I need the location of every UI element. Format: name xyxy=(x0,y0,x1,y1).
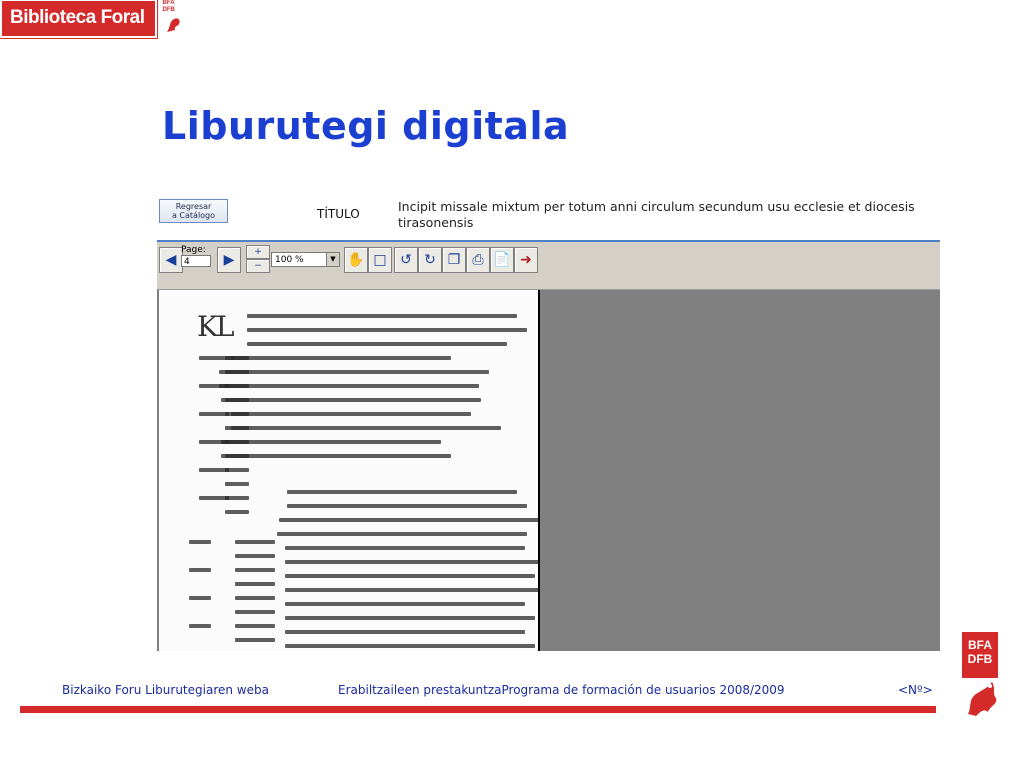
scan-text-line xyxy=(287,490,517,494)
zoom-out-icon[interactable]: − xyxy=(246,259,270,273)
scan-text-line xyxy=(221,440,441,444)
scan-text-line xyxy=(247,342,507,346)
zoom-value: 100 % xyxy=(275,255,304,265)
scan-text-line xyxy=(285,574,535,578)
return-to-catalog-button[interactable]: Regresar a Catálogo xyxy=(159,199,228,223)
brand-logo: Biblioteca Foral BFA DFB xyxy=(0,0,185,38)
viewer-toolbar: ◀ Page: 4 ▶ + − 100 % ▼ ✋ □ ↺ ↻ ❐ ⎙ 📄 ➜ xyxy=(157,242,940,290)
scan-text-line xyxy=(231,356,451,360)
page-number-field[interactable]: Page: 4 xyxy=(181,245,213,273)
scan-text-line xyxy=(189,596,211,600)
title-field-label: TÍTULO xyxy=(317,207,360,221)
scan-text-line xyxy=(235,554,275,558)
scan-text-line xyxy=(225,482,249,486)
scan-text-line xyxy=(247,314,517,318)
footer-center-text: Erabiltzaileen prestakuntzaPrograma de f… xyxy=(338,683,785,697)
logo-text-top: BFA xyxy=(968,638,992,652)
print-icon[interactable]: ⎙ xyxy=(466,247,490,273)
scan-text-line xyxy=(235,596,275,600)
exit-icon[interactable]: ➜ xyxy=(514,247,538,273)
return-button-label: Regresar a Catálogo xyxy=(171,202,216,220)
scan-text-line xyxy=(189,568,211,572)
scan-text-line xyxy=(189,624,211,628)
page-icon[interactable]: 📄 xyxy=(490,247,514,273)
logo-text-bottom: DFB xyxy=(967,652,993,666)
scan-text-line xyxy=(225,412,249,416)
rotate-right-icon[interactable]: ↻ xyxy=(418,247,442,273)
scan-text-line xyxy=(225,356,249,360)
scan-text-line xyxy=(285,644,535,648)
scan-text-line xyxy=(285,602,525,606)
zoom-select[interactable]: 100 % ▼ xyxy=(271,252,340,267)
scan-text-line xyxy=(287,504,527,508)
scan-text-line xyxy=(235,568,275,572)
illuminated-initial: KL xyxy=(197,310,234,343)
scan-text-line xyxy=(285,560,538,564)
scan-text-line xyxy=(225,384,249,388)
brand-mark-text: BFA DFB xyxy=(162,0,175,13)
scan-text-line xyxy=(225,426,249,430)
brand-emblem-icon: BFA DFB xyxy=(163,0,185,36)
scan-text-line xyxy=(219,384,479,388)
scan-text-line xyxy=(247,328,527,332)
scan-text-line xyxy=(285,588,538,592)
scan-text-line xyxy=(219,370,489,374)
title-field-value: Incipit missale mixtum per totum anni ci… xyxy=(398,199,915,230)
scan-text-line xyxy=(235,582,275,586)
document-area[interactable]: KL xyxy=(157,290,940,651)
scan-text-line xyxy=(235,638,275,642)
scan-text-line xyxy=(225,440,249,444)
scan-text-line xyxy=(225,370,249,374)
scan-text-line xyxy=(285,630,525,634)
scan-text-line xyxy=(225,468,249,472)
scan-text-line xyxy=(225,510,249,514)
scan-text-line xyxy=(225,496,249,500)
zoom-in-icon[interactable]: + xyxy=(246,245,270,259)
scan-text-line xyxy=(231,412,471,416)
scan-text-line xyxy=(221,398,481,402)
bfa-dfb-logo-icon: BFA DFB xyxy=(962,632,1002,722)
logo-box: BFA DFB xyxy=(962,632,998,678)
rotate-left-icon[interactable]: ↺ xyxy=(394,247,418,273)
viewer-header: Regresar a Catálogo TÍTULO Incipit missa… xyxy=(157,188,940,241)
page-input[interactable]: 4 xyxy=(181,255,211,267)
scan-text-line xyxy=(225,454,249,458)
footer-left-text: Bizkaiko Foru Liburutegiaren weba xyxy=(62,683,269,697)
scan-text-line xyxy=(231,426,501,430)
page-label: Page: xyxy=(181,245,206,255)
scan-text-line xyxy=(285,546,525,550)
slide-title: Liburutegi digitala xyxy=(162,104,570,148)
scan-text-line xyxy=(221,454,451,458)
scan-text-line xyxy=(225,398,249,402)
next-page-icon[interactable]: ▶ xyxy=(217,247,241,273)
digital-library-viewer: Regresar a Catálogo TÍTULO Incipit missa… xyxy=(157,188,940,651)
prev-page-icon[interactable]: ◀ xyxy=(159,247,183,273)
scan-text-line xyxy=(189,540,211,544)
scan-text-line xyxy=(235,540,275,544)
scan-text-line xyxy=(235,624,275,628)
copy-icon[interactable]: ❐ xyxy=(442,247,466,273)
select-tool-icon[interactable]: □ xyxy=(368,247,392,273)
footer-divider xyxy=(20,706,936,713)
chevron-down-icon: ▼ xyxy=(326,253,339,266)
scanned-page-image: KL xyxy=(159,290,540,651)
hand-tool-icon[interactable]: ✋ xyxy=(344,247,368,273)
slide-number: <Nº> xyxy=(898,683,933,697)
scan-text-line xyxy=(285,616,535,620)
brand-name: Biblioteca Foral xyxy=(0,0,157,38)
scan-text-line xyxy=(235,610,275,614)
scan-text-line xyxy=(279,518,538,522)
scan-text-line xyxy=(277,532,527,536)
